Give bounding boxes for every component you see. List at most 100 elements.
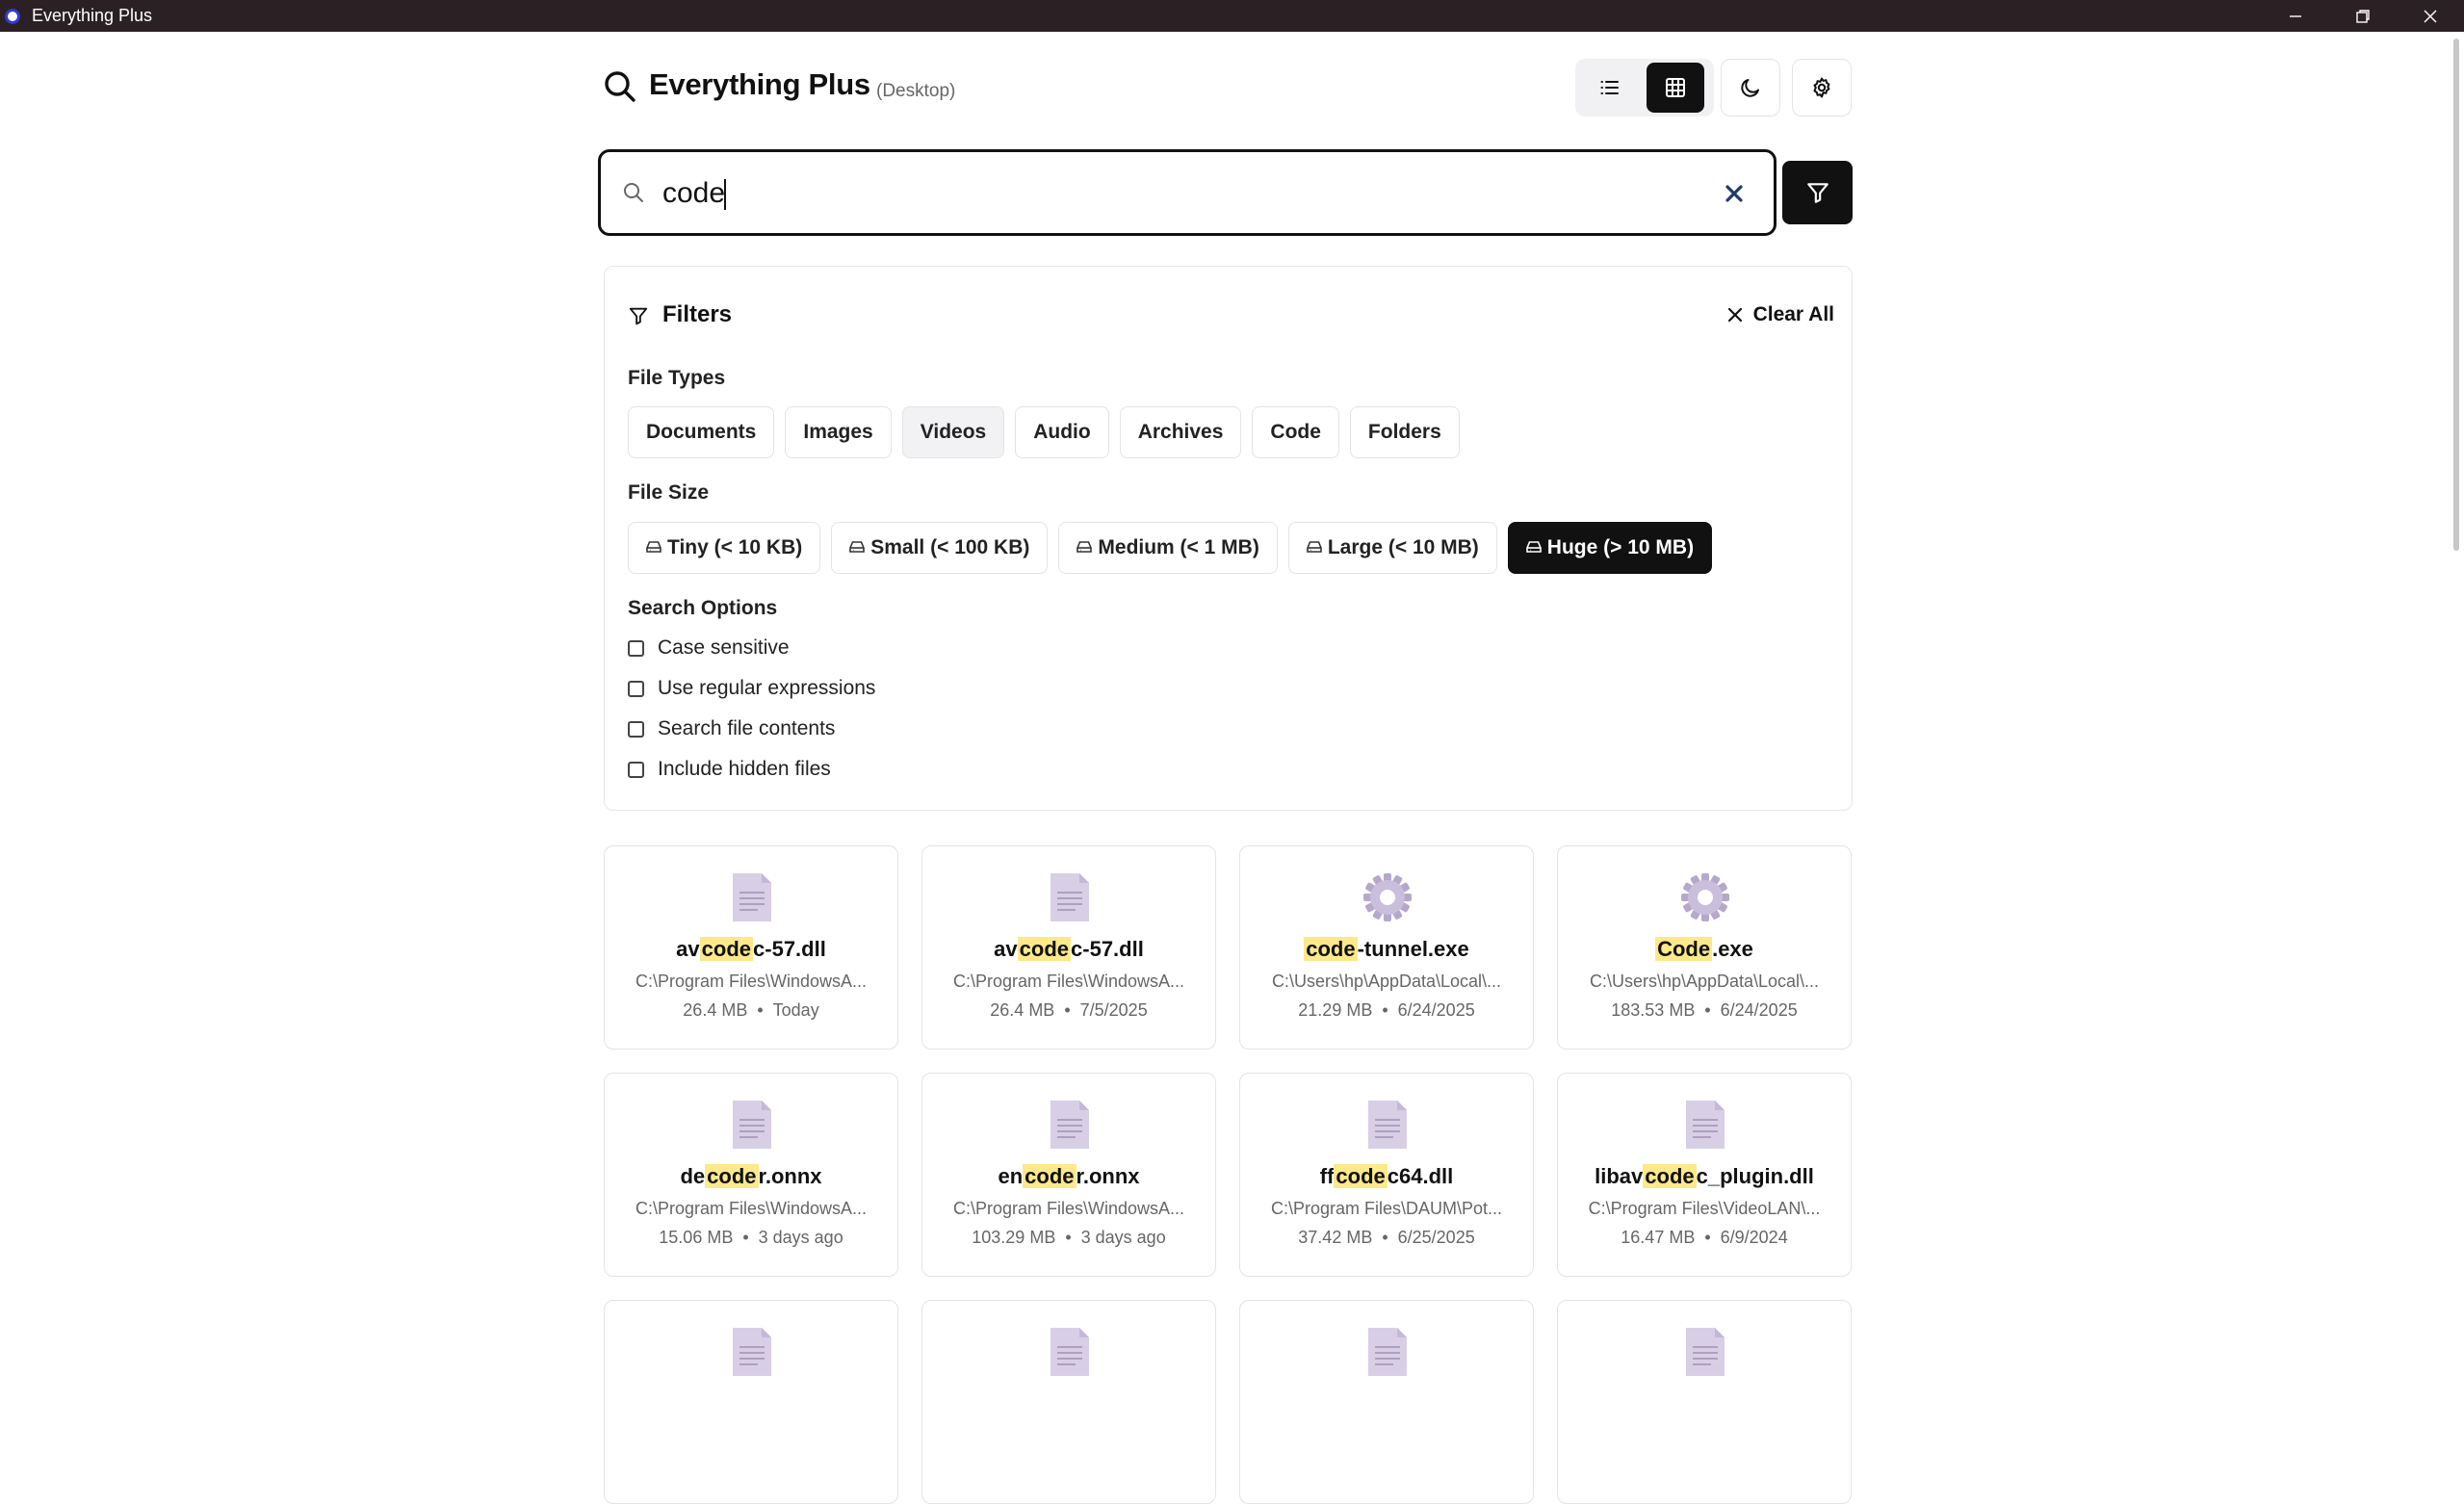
file-path: C:\Program Files\DAUM\Pot... [1270,1199,1503,1218]
meta-separator: • [1382,1228,1388,1247]
file-type-chip-folders[interactable]: Folders [1349,406,1460,458]
file-size: 15.06 MB [659,1228,734,1247]
file-meta: 26.4 MB • 7/5/2025 [922,1000,1215,1021]
file-name-suffix: c-57.dll [753,937,826,961]
grid-view-button[interactable] [1647,63,1704,113]
file-name-suffix: r.onnx [1076,1164,1140,1188]
search-match-highlight: code [705,1164,759,1188]
file-type-chip-archives[interactable]: Archives [1119,406,1242,458]
file-date: 7/5/2025 [1079,1000,1148,1020]
option-search-file-contents[interactable]: Search file contents [628,717,835,740]
app-icon [5,8,20,24]
settings-button[interactable] [1792,59,1852,117]
list-view-button[interactable] [1581,63,1639,113]
file-path: C:\Program Files\WindowsA... [952,972,1185,991]
document-icon [731,1326,773,1378]
minimize-button[interactable] [2262,0,2329,32]
search-icon [605,71,635,102]
file-type-chip-code[interactable]: Code [1252,406,1339,458]
result-card[interactable]: libavcodec_plugin.dll C:\Program Files\Vi… [1557,1073,1852,1277]
search-input[interactable] [661,169,1627,218]
checkbox[interactable] [628,761,644,778]
file-name: encoder.onnx [922,1164,1215,1189]
text-caret [724,179,726,210]
filter-toggle-button[interactable] [1782,161,1853,224]
result-card[interactable]: decoder.onnx C:\Program Files\WindowsA...… [604,1073,898,1277]
file-type-chip-images[interactable]: Images [785,406,892,458]
file-size-chip-label: Small (< 100 KB) [870,536,1030,558]
file-name: decoder.onnx [605,1164,897,1189]
file-size-chip-label: Medium (< 1 MB) [1098,536,1259,558]
file-size-chip-large-10-mb[interactable]: Large (< 10 MB) [1287,522,1497,574]
file-size: 16.47 MB [1621,1228,1696,1247]
app-subtitle: (Desktop) [876,81,956,101]
scrollbar-thumb[interactable] [2453,39,2459,551]
close-window-button[interactable] [2397,0,2464,32]
hard-drive-icon [646,536,661,559]
document-icon [1049,1326,1091,1378]
result-card[interactable] [604,1300,898,1504]
result-card[interactable]: code-tunnel.exe C:\Users\hp\AppData\Local… [1239,845,1534,1050]
file-type-chip-documents[interactable]: Documents [628,406,775,458]
file-name-suffix: c64.dll [1387,1164,1454,1188]
file-type-chip-audio[interactable]: Audio [1015,406,1109,458]
option-case-sensitive[interactable]: Case sensitive [628,636,790,660]
document-icon [1684,1099,1726,1151]
close-icon [2424,10,2437,22]
restore-icon [2356,9,2370,23]
file-size: 26.4 MB [683,1000,748,1020]
search-match-highlight: code [699,937,754,961]
file-size-label: File Size [628,481,710,504]
option-include-hidden-files[interactable]: Include hidden files [628,758,831,781]
option-use-regular-expressions[interactable]: Use regular expressions [628,677,875,700]
clear-search-button[interactable] [1720,179,1749,208]
file-type-chip-videos[interactable]: Videos [901,406,1005,458]
window-title: Everything Plus [32,6,153,25]
file-meta: 37.42 MB • 6/25/2025 [1240,1228,1533,1248]
file-size-chip-label: Huge (> 10 MB) [1546,536,1695,558]
file-size-chip-tiny-10-kb[interactable]: Tiny (< 10 KB) [628,522,821,574]
meta-separator: • [1064,1000,1071,1020]
file-size: 103.29 MB [972,1228,1056,1247]
result-card[interactable] [1557,1300,1852,1504]
document-icon [1049,871,1091,923]
hard-drive-icon [1307,536,1322,559]
file-size: 21.29 MB [1298,1000,1373,1020]
checkbox[interactable] [628,680,644,697]
option-label: Search file contents [658,717,836,739]
restore-button[interactable] [2329,0,2397,32]
file-path: C:\Program Files\WindowsA... [635,972,868,991]
result-card[interactable]: Code.exe C:\Users\hp\AppData\Local\... 183… [1557,845,1852,1050]
result-card[interactable]: ffcodec64.dll C:\Program Files\DAUM\Pot..… [1239,1073,1534,1277]
file-meta: 21.29 MB • 6/24/2025 [1240,1000,1533,1021]
file-name: code-tunnel.exe [1240,937,1533,962]
checkbox[interactable] [628,639,644,657]
file-name: libavcodec_plugin.dll [1558,1164,1851,1189]
theme-toggle-button[interactable] [1721,59,1780,117]
file-size-chip-label: Tiny (< 10 KB) [667,536,803,558]
minimize-icon [2290,14,2301,17]
file-size-chip-medium-1-mb[interactable]: Medium (< 1 MB) [1058,522,1278,574]
clear-all-button[interactable]: Clear All [1726,296,1834,334]
file-date: 6/9/2024 [1720,1228,1788,1247]
search-match-highlight: code [1334,1164,1388,1188]
result-card[interactable] [1239,1300,1534,1504]
file-size: 37.42 MB [1298,1228,1373,1247]
result-card[interactable]: encoder.onnx C:\Program Files\WindowsA...… [921,1073,1216,1277]
checkbox[interactable] [628,720,644,738]
gear-icon [1362,871,1414,923]
document-icon [1684,1326,1726,1378]
hard-drive-icon [849,536,866,559]
result-card[interactable]: avcodec-57.dll C:\Program Files\WindowsA.… [921,845,1216,1050]
result-card[interactable]: avcodec-57.dll C:\Program Files\WindowsA.… [604,845,898,1050]
search-match-highlight: code [1304,937,1358,961]
file-name-prefix: ff [1319,1164,1335,1188]
gear-icon [1813,77,1830,98]
file-name: Code.exe [1558,937,1851,962]
filters-panel: Filters Clear All File Types Documents Im… [604,266,1853,811]
file-size-chip-huge-10-mb[interactable]: Huge (> 10 MB) [1507,522,1713,574]
file-size: 183.53 MB [1611,1000,1696,1020]
file-size-chip-small-100-kb[interactable]: Small (< 100 KB) [831,522,1049,574]
result-card[interactable] [921,1300,1216,1504]
file-name-prefix: av [994,937,1018,961]
